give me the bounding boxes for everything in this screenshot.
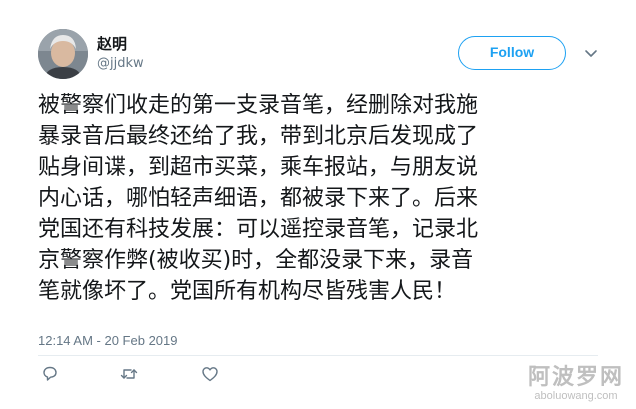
tweet-text-line: 内心话，哪怕轻声细语，都被录下来了。后来: [38, 186, 479, 211]
tweet-card: 赵明 @jjdkw Follow 被警察们收走的第一支录音笔，经删除对我施 暴录…: [0, 0, 636, 409]
like-icon[interactable]: [200, 364, 220, 384]
tweet-text-line: 党国还有科技发展：可以遥控录音笔，记录北: [38, 217, 479, 242]
author-name[interactable]: 赵明: [97, 35, 127, 53]
avatar[interactable]: [38, 29, 88, 79]
watermark: 阿波罗网 aboluowang.com: [527, 365, 624, 403]
follow-button[interactable]: Follow: [458, 36, 566, 70]
tweet-text-line: 暴录音后最终还给了我，带到北京后发现成了: [38, 124, 479, 149]
tweet-text-line: 笔就像坏了。党国所有机构尽皆残害人民！: [38, 279, 457, 304]
avatar-photo-icon: [38, 29, 88, 79]
author-handle[interactable]: @jjdkw: [97, 56, 144, 72]
tweet-text-line: 被警察们收走的第一支录音笔，经删除对我施: [38, 93, 479, 118]
tweet-timestamp[interactable]: 12:14 AM - 20 Feb 2019: [38, 333, 177, 349]
watermark-url: aboluowang.com: [534, 390, 618, 402]
reply-icon[interactable]: [40, 364, 60, 384]
tweet-text-line: 贴身间谍，到超市买菜，乘车报站，与朋友说: [38, 155, 479, 180]
retweet-icon[interactable]: [119, 364, 139, 384]
tweet-text-line: 京警察作弊(被收买)时，全都没录下来，录音: [38, 248, 474, 273]
tweet-text: 被警察们收走的第一支录音笔，经删除对我施 暴录音后最终还给了我，带到北京后发现成…: [38, 90, 608, 307]
watermark-text: 阿波罗网: [527, 365, 624, 390]
divider: [38, 355, 598, 356]
chevron-down-icon[interactable]: [583, 45, 599, 61]
